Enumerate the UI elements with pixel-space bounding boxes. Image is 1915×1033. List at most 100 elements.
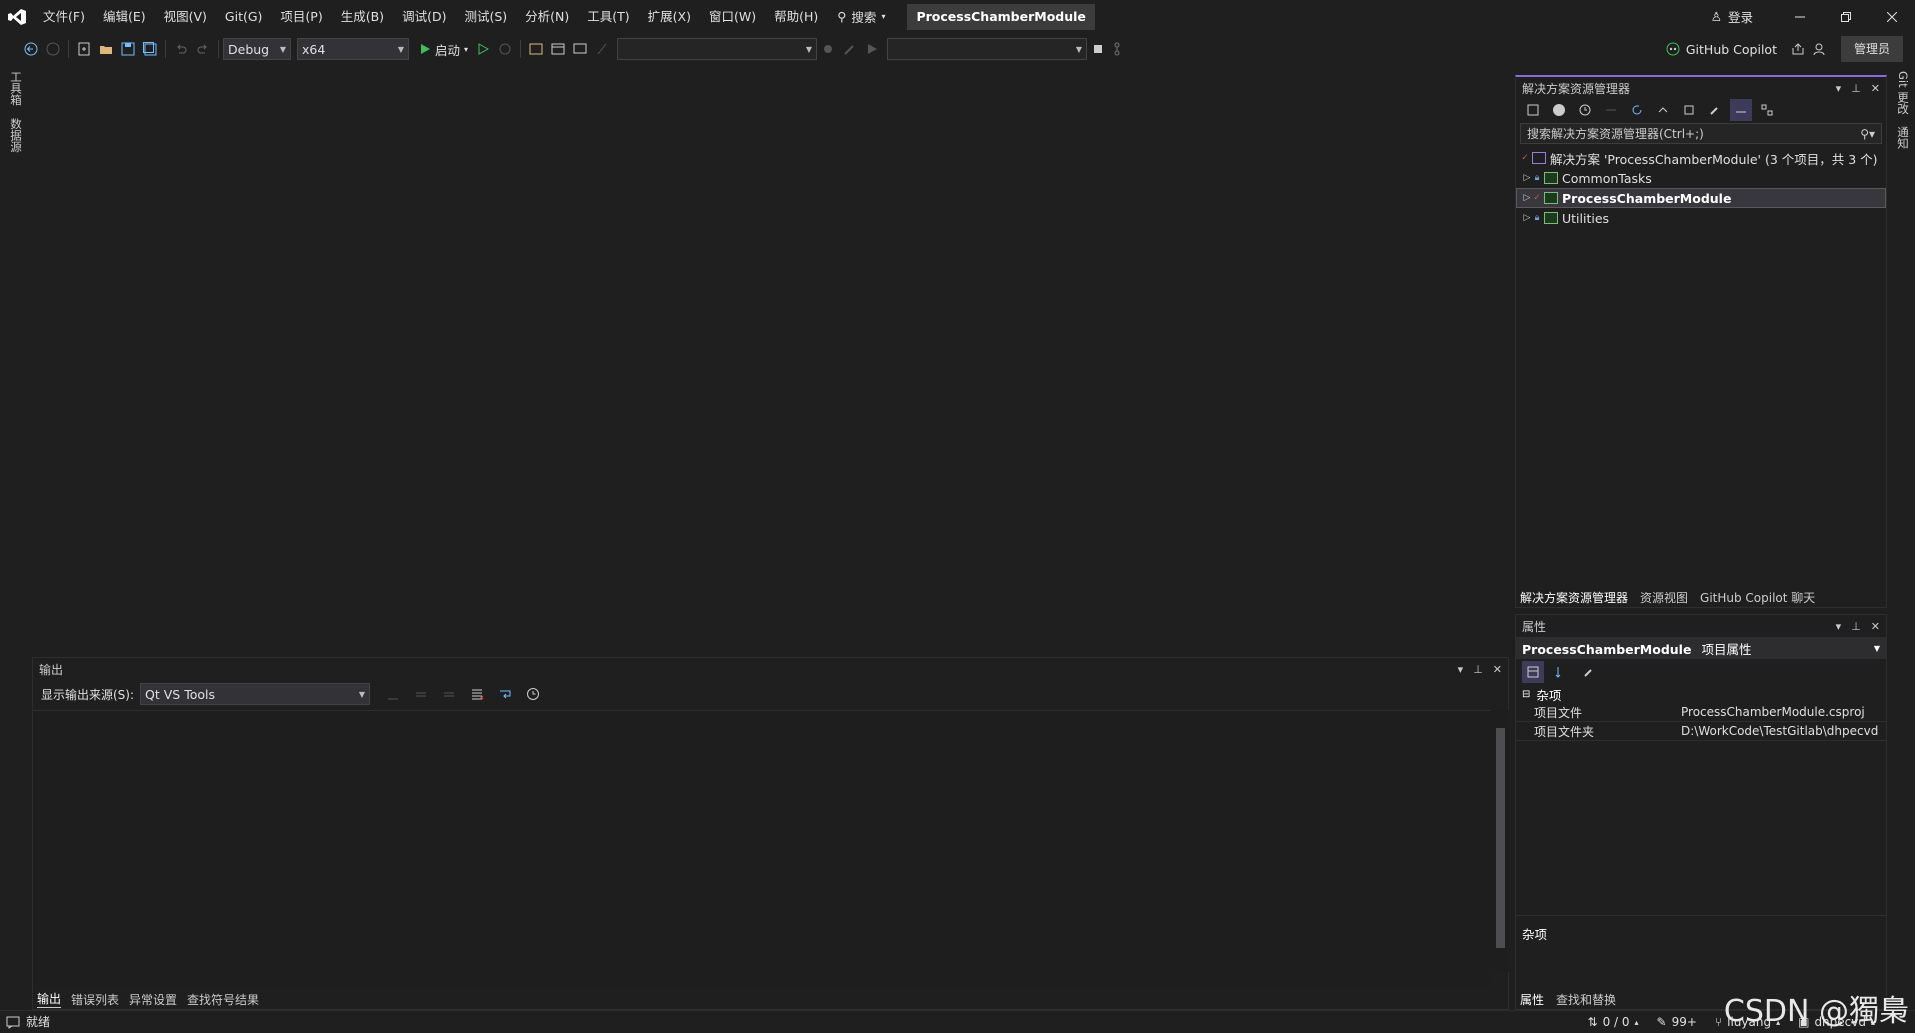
collapse-icon[interactable]: ⊟ (1522, 689, 1530, 700)
close-icon[interactable]: ✕ (1871, 620, 1880, 633)
preview-icon[interactable] (1730, 99, 1752, 121)
undo-icon[interactable] (170, 38, 192, 60)
back-icon[interactable] (20, 38, 42, 60)
output-source-select[interactable]: Qt VS Tools ▼ (140, 683, 370, 705)
output-horizontal-scrollbar[interactable] (33, 972, 1491, 986)
property-category[interactable]: ⊟ 杂项 (1516, 685, 1886, 703)
menu-extensions[interactable]: 扩展(X) (639, 0, 700, 33)
forward-icon[interactable] (42, 38, 64, 60)
menu-test[interactable]: 测试(S) (455, 0, 516, 33)
editor-area[interactable] (28, 65, 1510, 655)
share-icon[interactable] (1787, 38, 1809, 60)
chevron-down-icon[interactable]: ▾ (1458, 663, 1464, 676)
vs-logo-icon[interactable] (0, 0, 34, 33)
configuration-select[interactable]: Debug ▼ (223, 38, 291, 60)
alphabetical-icon[interactable] (1550, 661, 1572, 683)
history-icon[interactable] (1574, 99, 1596, 121)
new-project-icon[interactable] (73, 38, 95, 60)
word-wrap-icon[interactable] (494, 683, 516, 705)
start-debugging-button[interactable]: 启动 ▾ (415, 40, 472, 59)
chevron-down-icon[interactable]: ▾ (1836, 620, 1842, 633)
property-pages-icon[interactable] (1578, 661, 1600, 683)
feedback-icon[interactable] (1809, 38, 1831, 60)
pin-icon[interactable]: ⊥ (1851, 620, 1861, 633)
properties-object-select[interactable]: ProcessChamberModule 项目属性 ▼ (1516, 637, 1886, 659)
property-row[interactable]: 项目文件夹 D:\WorkCode\TestGitlab\dhpecvd (1516, 722, 1886, 741)
login-button[interactable]: ♙ 登录 (1711, 7, 1753, 26)
attach-icon[interactable] (591, 38, 613, 60)
tab-properties[interactable]: 属性 (1520, 991, 1544, 1008)
tab-toolbox[interactable]: 工具箱 (8, 65, 24, 112)
github-copilot-button[interactable]: GitHub Copilot (1666, 42, 1777, 57)
menu-git[interactable]: Git(G) (216, 0, 272, 33)
close-icon[interactable]: ✕ (1493, 663, 1502, 676)
expand-icon[interactable]: ▷ (1522, 213, 1532, 223)
search-button[interactable]: ⚲ 搜索 ▾ (827, 7, 895, 26)
properties-wrench-icon[interactable] (1704, 99, 1726, 121)
layout-icon[interactable] (547, 38, 569, 60)
show-all-files-icon[interactable] (1678, 99, 1700, 121)
save-all-icon[interactable] (139, 38, 161, 60)
menu-edit[interactable]: 编辑(E) (94, 0, 155, 33)
menu-tools[interactable]: 工具(T) (578, 0, 638, 33)
pencil-icon[interactable] (839, 38, 861, 60)
expand-icon[interactable]: ▷ (1522, 173, 1532, 183)
tab-output[interactable]: 输出 (37, 990, 61, 1008)
menu-project[interactable]: 项目(P) (271, 0, 331, 33)
menu-file[interactable]: 文件(F) (34, 0, 94, 33)
output-vertical-scrollbar[interactable] (1491, 710, 1509, 972)
clear-all-icon[interactable] (466, 683, 488, 705)
menu-view[interactable]: 视图(V) (155, 0, 216, 33)
status-pending-changes[interactable]: ✎ 99+ (1657, 1015, 1697, 1029)
stop-icon[interactable] (1087, 38, 1109, 60)
solution-explorer-search[interactable]: 搜索解决方案资源管理器(Ctrl+;) ⚲▾ (1520, 123, 1882, 144)
next-message-icon[interactable] (438, 683, 460, 705)
tree-solution-node[interactable]: ✓ 解决方案 'ProcessChamberModule' (3 个项目，共 3… (1516, 148, 1886, 168)
switch-views-icon[interactable] (1522, 99, 1544, 121)
tab-resource-view[interactable]: 资源视图 (1640, 589, 1688, 606)
admin-badge[interactable]: 管理员 (1841, 36, 1903, 62)
browse-icon[interactable] (525, 38, 547, 60)
class-diagram-icon[interactable] (1756, 99, 1778, 121)
close-button[interactable] (1869, 0, 1915, 33)
tab-error-list[interactable]: 错误列表 (71, 991, 119, 1008)
tab-exception-settings[interactable]: 异常设置 (129, 991, 177, 1008)
pin-icon[interactable]: ⊥ (1473, 663, 1483, 676)
menu-build[interactable]: 生成(B) (332, 0, 393, 33)
categorized-icon[interactable] (1522, 661, 1544, 683)
startup-item-select[interactable]: ▼ (617, 38, 817, 60)
clock-icon[interactable] (522, 683, 544, 705)
comment-icon[interactable] (569, 38, 591, 60)
menu-debug[interactable]: 调试(D) (393, 0, 455, 33)
collapse-all-icon[interactable] (1652, 99, 1674, 121)
tab-solution-explorer[interactable]: 解决方案资源管理器 (1520, 589, 1628, 606)
tab-copilot-chat[interactable]: GitHub Copilot 聊天 (1700, 589, 1815, 606)
redo-icon[interactable] (192, 38, 214, 60)
sync-icon[interactable] (1600, 99, 1622, 121)
debug-target-icon[interactable] (817, 38, 839, 60)
refresh-icon[interactable] (1626, 99, 1648, 121)
pin-icon[interactable]: ⊥ (1851, 82, 1861, 95)
property-row[interactable]: 项目文件 ProcessChamberModule.csproj (1516, 703, 1886, 722)
hot-reload-icon[interactable] (494, 38, 516, 60)
tab-data-sources[interactable]: 数据源 (8, 112, 24, 159)
expand-icon[interactable]: ▷ (1522, 193, 1532, 203)
tree-project-node[interactable]: ▷ 🔒︎ CommonTasks (1516, 168, 1886, 188)
close-icon[interactable]: ✕ (1871, 82, 1880, 95)
minimize-button[interactable] (1777, 0, 1823, 33)
platform-select[interactable]: x64 ▼ (297, 38, 409, 60)
tree-project-node[interactable]: ▷ 🔒︎ Utilities (1516, 208, 1886, 228)
scrollbar-thumb[interactable] (1496, 728, 1505, 948)
globe-icon[interactable] (1548, 99, 1570, 121)
menu-window[interactable]: 窗口(W) (700, 0, 765, 33)
output-text-area[interactable] (33, 710, 1491, 980)
continue-icon[interactable] (861, 38, 883, 60)
save-icon[interactable] (117, 38, 139, 60)
tree-project-node-selected[interactable]: ▷ ✓ ProcessChamberModule (1516, 188, 1886, 208)
status-line-info[interactable]: ⇅ 0 / 0 ▴ (1588, 1015, 1639, 1029)
restore-button[interactable] (1823, 0, 1869, 33)
chevron-down-icon[interactable]: ▾ (1836, 82, 1842, 95)
menu-analyze[interactable]: 分析(N) (516, 0, 578, 33)
find-message-icon[interactable] (382, 683, 404, 705)
menu-help[interactable]: 帮助(H) (765, 0, 827, 33)
